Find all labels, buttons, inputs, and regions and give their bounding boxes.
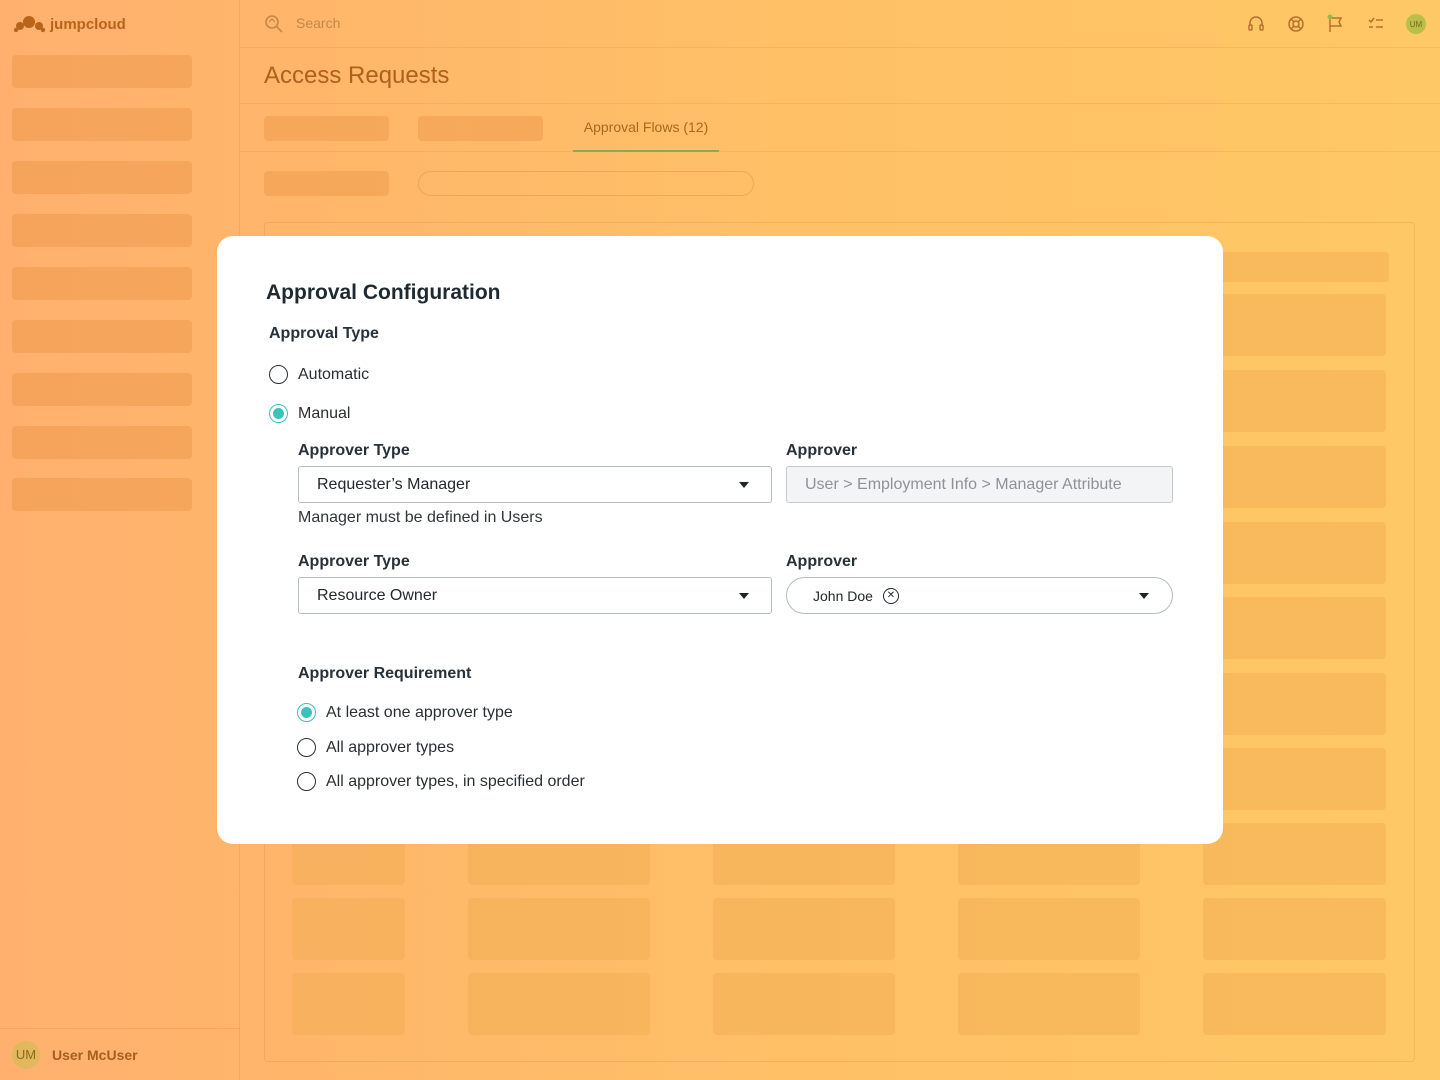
caret-down-icon bbox=[739, 593, 749, 599]
table-cell-placeholder bbox=[713, 973, 895, 1035]
radio-all-types[interactable]: All approver types bbox=[297, 738, 454, 757]
approver-requirement-label: Approver Requirement bbox=[298, 665, 472, 682]
sidebar-item-placeholder bbox=[12, 161, 192, 194]
user-avatar[interactable]: UM bbox=[1406, 14, 1426, 34]
sidebar: jumpcloud UM User McUser bbox=[0, 0, 240, 1080]
cloud-logo-icon bbox=[13, 16, 46, 33]
radio-label: All approver types bbox=[326, 738, 455, 756]
user-name: User McUser bbox=[52, 1046, 138, 1063]
table-cell-placeholder bbox=[1200, 673, 1386, 735]
sidebar-item-placeholder bbox=[12, 373, 192, 406]
top-bar: Search UM bbox=[240, 0, 1440, 48]
table-cell-placeholder bbox=[468, 898, 650, 960]
sidebar-item-placeholder bbox=[12, 426, 192, 459]
caret-down-icon bbox=[739, 482, 749, 488]
caret-down-icon[interactable] bbox=[1139, 593, 1149, 599]
sidebar-item-placeholder bbox=[12, 267, 192, 300]
brand-name: jumpcloud bbox=[50, 15, 126, 33]
table-cell-placeholder bbox=[1200, 597, 1386, 659]
table-cell-placeholder bbox=[292, 973, 405, 1035]
brand-logo[interactable]: jumpcloud bbox=[12, 12, 126, 36]
radio-button[interactable] bbox=[297, 738, 316, 757]
sidebar-item-placeholder bbox=[12, 478, 192, 511]
help-lifebuoy-icon[interactable] bbox=[1286, 14, 1306, 34]
table-cell-placeholder bbox=[1200, 370, 1386, 432]
tab-placeholder[interactable] bbox=[418, 116, 543, 141]
table-cell-placeholder bbox=[1200, 294, 1386, 356]
table-cell-placeholder bbox=[1200, 748, 1386, 810]
radio-label: Manual bbox=[298, 404, 351, 422]
select-value: Resource Owner bbox=[317, 586, 438, 604]
approver-type-select[interactable]: Requester’s Manager bbox=[298, 466, 772, 503]
radio-automatic[interactable]: Automatic bbox=[269, 365, 369, 384]
approval-configuration-modal: Approval Configuration Approval Type Aut… bbox=[217, 236, 1223, 844]
table-cell-placeholder bbox=[1203, 973, 1386, 1035]
table-cell-placeholder bbox=[1200, 522, 1386, 584]
table-header-placeholder bbox=[1200, 252, 1389, 282]
radio-button[interactable] bbox=[297, 772, 316, 791]
table-cell-placeholder bbox=[713, 898, 895, 960]
sidebar-item-placeholder bbox=[12, 55, 192, 88]
radio-button[interactable] bbox=[297, 703, 316, 722]
approver-multiselect[interactable]: John Doe ✕ bbox=[786, 577, 1173, 614]
table-cell-placeholder bbox=[292, 898, 405, 960]
sidebar-item-placeholder bbox=[12, 320, 192, 353]
radio-label: Automatic bbox=[298, 365, 370, 383]
search-input[interactable]: Search bbox=[296, 15, 340, 31]
headset-support-icon[interactable] bbox=[1246, 14, 1266, 34]
search-icon[interactable] bbox=[264, 14, 284, 34]
table-cell-placeholder bbox=[958, 973, 1140, 1035]
radio-label: At least one approver type bbox=[326, 703, 513, 721]
sidebar-item-placeholder bbox=[12, 108, 192, 141]
approver-label: Approver bbox=[786, 442, 858, 459]
helper-text: Manager must be defined in Users bbox=[298, 509, 543, 526]
radio-at-least-one[interactable]: At least one approver type bbox=[297, 703, 513, 722]
select-value: Requester’s Manager bbox=[317, 475, 471, 493]
tabs-bar: Approval Flows (12) bbox=[240, 103, 1440, 152]
filter-placeholder[interactable] bbox=[264, 171, 389, 196]
approver-chip: John Doe ✕ bbox=[813, 587, 899, 604]
modal-title: Approval Configuration bbox=[266, 281, 501, 304]
approval-type-label: Approval Type bbox=[269, 325, 379, 342]
table-cell-placeholder bbox=[468, 973, 650, 1035]
sidebar-item-placeholder bbox=[12, 214, 192, 247]
table-cell-placeholder bbox=[1203, 823, 1386, 885]
radio-button[interactable] bbox=[269, 365, 288, 384]
sidebar-user[interactable]: UM User McUser bbox=[0, 1028, 240, 1080]
table-search-placeholder[interactable] bbox=[418, 171, 754, 196]
radio-all-types-ordered[interactable]: All approver types, in specified order bbox=[297, 772, 585, 791]
tab-approval-flows[interactable]: Approval Flows (12) bbox=[573, 104, 719, 152]
radio-manual[interactable]: Manual bbox=[269, 404, 350, 423]
flag-icon[interactable] bbox=[1326, 14, 1346, 34]
radio-button[interactable] bbox=[269, 404, 288, 423]
approver-field-readonly: User > Employment Info > Manager Attribu… bbox=[786, 466, 1173, 503]
radio-label: All approver types, in specified order bbox=[326, 772, 585, 790]
checklist-icon[interactable] bbox=[1366, 14, 1386, 34]
table-cell-placeholder bbox=[958, 898, 1140, 960]
approver-type-select[interactable]: Resource Owner bbox=[298, 577, 772, 614]
approver-type-label: Approver Type bbox=[298, 442, 410, 459]
approver-type-label: Approver Type bbox=[298, 553, 410, 570]
tab-placeholder[interactable] bbox=[264, 116, 389, 141]
chip-label: John Doe bbox=[813, 587, 873, 604]
table-cell-placeholder bbox=[1200, 446, 1386, 508]
approver-label: Approver bbox=[786, 553, 858, 570]
remove-chip-icon[interactable]: ✕ bbox=[882, 587, 899, 604]
page-title: Access Requests bbox=[264, 62, 450, 89]
user-avatar: UM bbox=[12, 1040, 40, 1069]
table-cell-placeholder bbox=[1203, 898, 1386, 960]
